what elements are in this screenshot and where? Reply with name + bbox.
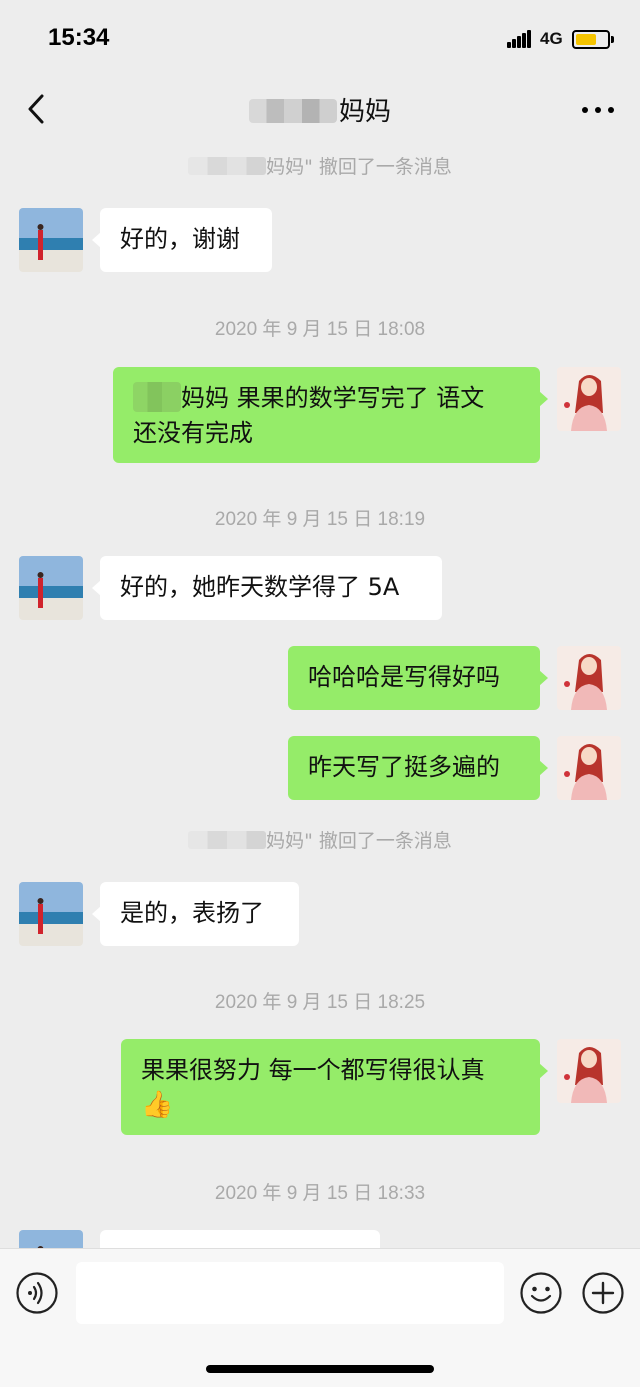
message-text: 昨天写了挺多遍的 — [308, 753, 500, 781]
contact-avatar[interactable] — [19, 208, 83, 272]
my-avatar[interactable] — [557, 1039, 621, 1103]
status-bar: 15:34 4G — [0, 0, 640, 76]
timestamp: 2020 年 9 月 15 日 18:33 — [214, 1183, 426, 1204]
message-text: 好的，她昨天数学得了 5A — [120, 573, 400, 601]
chat-title-text: 妈妈 — [338, 97, 391, 127]
signal-icon — [507, 30, 533, 48]
chat-area[interactable]: 妈妈" 撤回了一条消息 好的，谢谢 2020 年 9 月 15 日 18:08 … — [0, 142, 640, 1248]
timestamp: 2020 年 9 月 15 日 18:25 — [214, 992, 426, 1013]
message-bubble-sent[interactable]: 昨天写了挺多遍的 — [288, 736, 548, 800]
message-bubble-sent[interactable]: 果果很努力 每一个都写得很认真 👍 — [121, 1039, 548, 1135]
plus-button[interactable] — [581, 1271, 625, 1315]
battery-icon — [572, 30, 610, 49]
nav-bar: 妈妈 — [0, 76, 640, 142]
message-text: 妈妈 果果的数学写完了 语文 — [181, 384, 485, 412]
message-bubble-received[interactable]: 是的，表扬了 — [92, 882, 299, 946]
message-bubble-sent[interactable]: 妈妈 果果的数学写完了 语文 还没有完成 — [113, 367, 548, 463]
message-bubble-received[interactable]: 好的，她昨天数学得了 5A — [92, 556, 442, 620]
input-bar — [0, 1248, 640, 1387]
recall-text: 妈妈" 撤回了一条消息 — [266, 156, 452, 178]
home-indicator — [206, 1365, 434, 1373]
more-button[interactable] — [578, 100, 618, 120]
network-label: 4G — [540, 29, 563, 48]
chat-title: 妈妈 — [0, 91, 640, 128]
plus-icon — [582, 1272, 624, 1314]
my-avatar[interactable] — [557, 646, 621, 710]
message-text: 果果很努力 每一个都写得很认真 — [141, 1056, 485, 1084]
my-avatar[interactable] — [557, 367, 621, 431]
contact-avatar[interactable] — [19, 556, 83, 620]
thumbs-up-emoji: 👍 — [141, 1090, 174, 1120]
recall-text: 妈妈" 撤回了一条消息 — [266, 830, 452, 852]
message-bubble-sent[interactable]: 哈哈哈是写得好吗 — [288, 646, 548, 710]
voice-icon — [16, 1272, 58, 1314]
blurred-name — [188, 157, 267, 175]
contact-avatar[interactable] — [19, 1230, 83, 1248]
message-bubble-received[interactable] — [100, 1230, 380, 1248]
message-text: 是的，表扬了 — [120, 899, 264, 927]
status-time: 15:34 — [48, 24, 110, 51]
timestamp: 2020 年 9 月 15 日 18:08 — [214, 319, 426, 340]
emoji-button[interactable] — [519, 1271, 563, 1315]
message-input[interactable] — [76, 1262, 504, 1324]
message-text-line2: 还没有完成 — [133, 419, 253, 447]
message-text: 好的，谢谢 — [120, 225, 240, 253]
voice-button[interactable] — [15, 1271, 59, 1315]
blurred-name — [133, 382, 181, 412]
message-bubble-received[interactable]: 好的，谢谢 — [92, 208, 272, 272]
battery-level — [576, 34, 596, 45]
emoji-icon — [520, 1272, 562, 1314]
message-text: 哈哈哈是写得好吗 — [308, 663, 500, 691]
battery-cap — [611, 36, 614, 43]
contact-avatar[interactable] — [19, 882, 83, 946]
blurred-name — [188, 831, 267, 849]
recall-notice: 妈妈" 撤回了一条消息 — [0, 152, 640, 179]
recall-notice: 妈妈" 撤回了一条消息 — [0, 826, 640, 853]
my-avatar[interactable] — [557, 736, 621, 800]
timestamp: 2020 年 9 月 15 日 18:19 — [214, 509, 426, 530]
blurred-name — [248, 99, 337, 123]
